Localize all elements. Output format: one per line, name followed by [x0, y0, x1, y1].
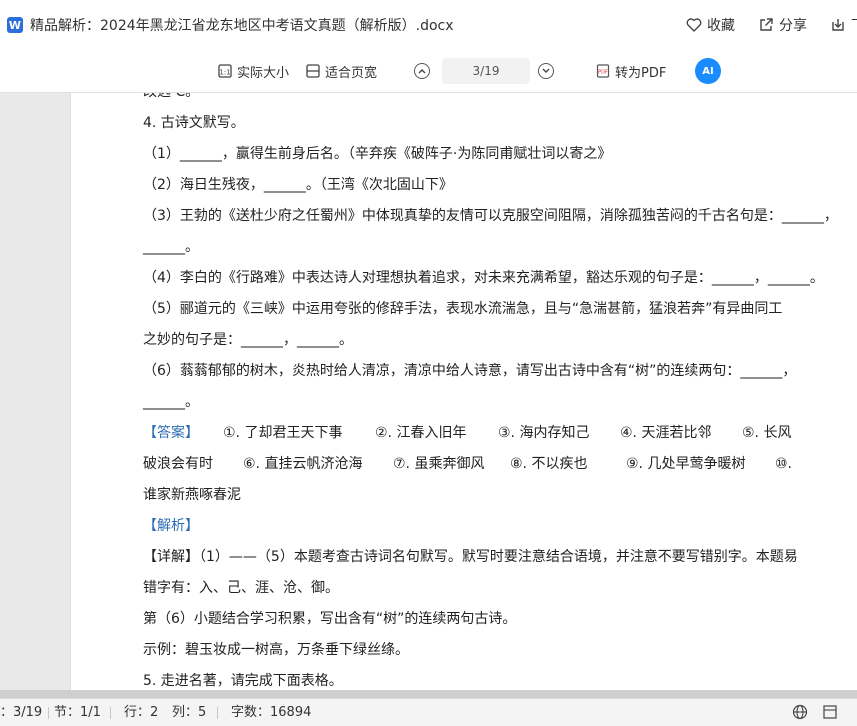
favorite-button[interactable]: 收藏 [685, 15, 735, 35]
answer-label: 【答案】 [143, 425, 199, 441]
status-divider [217, 707, 218, 719]
answer-item: ⑥. 直挂云帆济沧海 [243, 456, 363, 472]
heart-icon [685, 16, 703, 34]
actual-size-icon: 1:1 [218, 64, 232, 78]
text-line: （3）王勃的《送杜少府之任蜀州》中体现真挚的友情可以克服空间阻隔，消除孤独苦闷的… [143, 208, 838, 224]
actual-size-button[interactable]: 1:1 实际大小 [218, 50, 289, 92]
download-icon [829, 16, 847, 34]
status-divider [110, 707, 111, 719]
answer-item: ④. 天涯若比邻 [620, 425, 712, 441]
text-line: （5）郦道元的《三峡》中运用夸张的修辞手法，表现水流湍急，且与“急湍甚箭，猛浪若… [143, 301, 783, 317]
svg-text:PDF: PDF [598, 70, 608, 76]
title-actions: 收藏 分享 下 [685, 0, 857, 50]
document-content: 改选 C。 4. 古诗文默写。 （1）______，赢得生前身后名。（辛弃疾《破… [143, 93, 838, 690]
globe-icon[interactable] [792, 704, 808, 720]
status-row: 行：2 [124, 705, 159, 720]
text-line: 5. 走进名著，请完成下面表格。 [143, 673, 343, 689]
text-line: （4）李白的《行路难》中表达诗人对理想执着追求，对未来充满希望，豁达乐观的句子是… [143, 270, 824, 286]
chevron-up-icon [418, 69, 426, 74]
status-page: ：3/19 [0, 705, 43, 720]
status-col: 列：5 [172, 705, 207, 720]
text-line: 4. 古诗文默写。 [143, 115, 245, 131]
actual-size-label: 实际大小 [237, 65, 290, 81]
convert-pdf-button[interactable]: PDF 转为PDF [596, 50, 666, 92]
status-word-count: 字数：16894 [231, 705, 312, 720]
ai-assistant-button[interactable]: AI [695, 58, 721, 84]
text-line: 示例：碧玉妆成一树高，万条垂下绿丝绦。 [143, 642, 409, 658]
text-line: ______。 [143, 239, 199, 255]
share-label: 分享 [779, 18, 807, 34]
text-line: （1）______，赢得生前身后名。（辛弃疾《破阵子·为陈同甫赋壮词以寄之》 [143, 146, 612, 162]
answer-item: ⑨. 几处早莺争暖树 [626, 456, 746, 472]
favorite-label: 收藏 [707, 18, 735, 34]
status-section: 节：1/1 [54, 705, 101, 720]
title-bar: W 精品解析：2024年黑龙江省龙东地区中考语文真题（解析版）.docx 收藏 … [0, 0, 857, 51]
status-bar: ：3/19 节：1/1 行：2 列：5 字数：16894 [0, 698, 857, 726]
text-line: 【详解】（1）——（5）本题考查古诗词名句默写。默写时要注意结合语境，并注意不要… [143, 549, 798, 565]
chevron-down-icon [542, 68, 550, 73]
answer-item: ⑧. 不以疾也 [510, 456, 588, 472]
document-title: 精品解析：2024年黑龙江省龙东地区中考语文真题（解析版）.docx [30, 18, 454, 34]
fit-width-icon [306, 64, 320, 78]
text-line: 改选 C。 [143, 93, 803, 108]
answer-line-3: 谁家新燕啄春泥 [143, 487, 241, 503]
share-button[interactable]: 分享 [757, 15, 807, 35]
page-indicator[interactable]: 3/19 [442, 58, 530, 84]
answer-item: ⑩. [775, 456, 793, 472]
text-line: （2）海日生残夜，______。（王湾《次北固山下》 [143, 177, 453, 193]
text-line: 之妙的句子是：______，______。 [143, 332, 353, 348]
download-button[interactable]: 下 [829, 15, 857, 35]
text-line: 第（6）小题结合学习积累，写出含有“树”的连续两句古诗。 [143, 611, 517, 627]
answer-item: ③. 海内存知己 [498, 425, 590, 441]
svg-text:1:1: 1:1 [219, 69, 230, 77]
answer-line-2: 破浪会有时 ⑥. 直挂云帆济沧海 ⑦. 虽乘奔御风 ⑧. 不以疾也 ⑨. 几处早… [143, 449, 803, 480]
answer-item: ⑦. 虽乘奔御风 [393, 456, 485, 472]
answer-line-1: 【答案】 ①. 了却君王天下事 ②. 江春入旧年 ③. 海内存知己 ④. 天涯若… [143, 418, 803, 449]
analysis-label: 【解析】 [143, 518, 199, 534]
document-page: 改选 C。 4. 古诗文默写。 （1）______，赢得生前身后名。（辛弃疾《破… [70, 93, 857, 690]
text-line: 错字有：入、己、涯、沧、御。 [143, 580, 339, 596]
document-viewport[interactable]: 改选 C。 4. 古诗文默写。 （1）______，赢得生前身后名。（辛弃疾《破… [0, 93, 857, 690]
answer-item: ①. 了却君王天下事 [223, 425, 343, 441]
text-line: （6）蓊蓊郁郁的树木，炎热时给人清凉，清凉中给人诗意，请写出古诗中含有“树”的连… [143, 363, 797, 379]
convert-pdf-label: 转为PDF [615, 65, 667, 81]
view-toolbar: 1:1 实际大小 适合页宽 3/19 PDF 转为PDF [0, 50, 857, 93]
share-icon [757, 16, 775, 34]
word-app-icon: W [7, 17, 23, 33]
answer-item: ⑤. 长风 [742, 425, 792, 441]
answer-item: 破浪会有时 [143, 456, 213, 472]
prev-page-button[interactable] [414, 63, 430, 79]
pdf-icon: PDF [596, 64, 610, 78]
next-page-button[interactable] [538, 63, 554, 79]
fit-page-label: 适合页宽 [325, 65, 378, 81]
text-line: ______。 [143, 394, 199, 410]
horizontal-scrollbar[interactable] [0, 690, 857, 698]
fit-page-button[interactable]: 适合页宽 [306, 50, 377, 92]
answer-item: ②. 江春入旧年 [375, 425, 467, 441]
layout-icon[interactable] [822, 704, 838, 720]
download-label: 下 [851, 15, 857, 35]
status-divider [48, 707, 49, 719]
